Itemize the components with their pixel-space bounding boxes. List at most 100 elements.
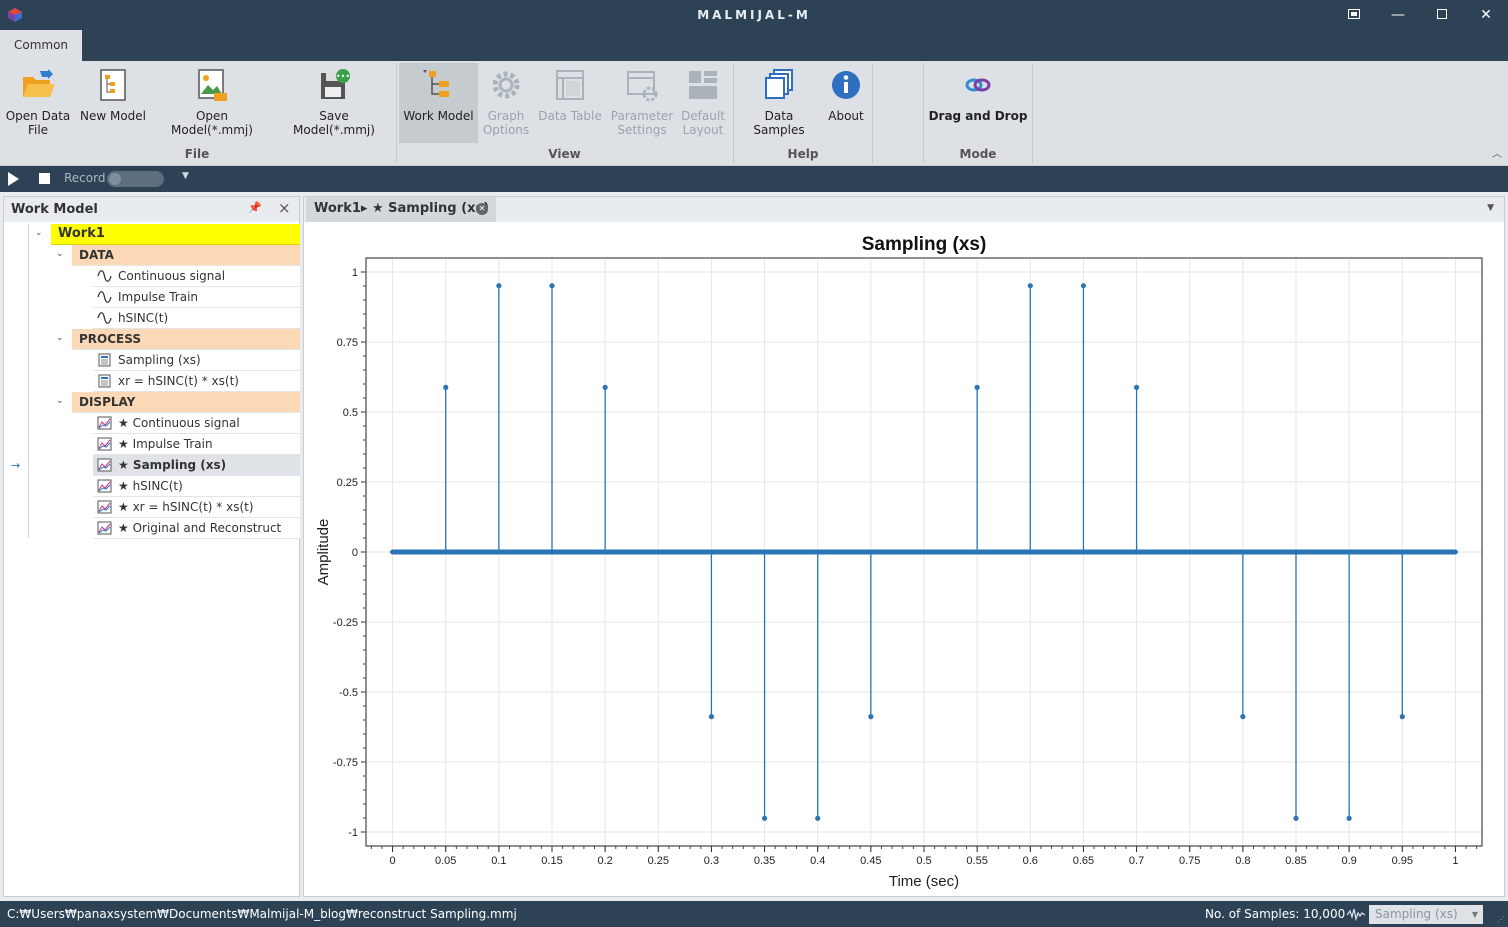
- tree-item-label: Impulse Train: [118, 290, 199, 304]
- ribbon-separator: [396, 63, 397, 163]
- current-row-arrow-icon: →: [11, 459, 21, 472]
- calculator-icon: [98, 374, 111, 388]
- about-label: About: [828, 109, 864, 123]
- y-tick-label: -1: [348, 827, 358, 839]
- data-samples-button[interactable]: Data Samples: [738, 63, 820, 143]
- tree-item-label: Continuous signal: [118, 269, 226, 283]
- y-tick-label: 1: [352, 267, 358, 279]
- collapse-ribbon-icon[interactable]: ︿: [1492, 145, 1502, 160]
- save-model-button[interactable]: ••• Save Model(*.mmj): [278, 63, 390, 143]
- new-model-button[interactable]: New Model: [78, 63, 148, 143]
- expand-chevron-icon[interactable]: ⌄: [56, 249, 64, 259]
- x-axis: 0 0.05 0.1 0.15 0.2 0.25 0.3 0.35 0.4 0.45 0.5 0.55…: [370, 846, 1478, 867]
- group-file-label: File: [184, 147, 210, 161]
- display-selector[interactable]: Sampling (xs) ▼: [1369, 905, 1483, 924]
- expand-chevron-icon[interactable]: ⌄: [56, 396, 64, 406]
- open-data-file-label: Open Data File: [5, 109, 71, 137]
- tree-item-label: ★ xr = hSINC(t) * xs(t): [118, 500, 254, 514]
- record-dropdown-icon[interactable]: ▼: [182, 171, 189, 181]
- line-chart-icon: [97, 500, 112, 514]
- x-tick-label: 0: [390, 855, 396, 867]
- tree-root-work1[interactable]: Work1: [51, 224, 300, 245]
- data-samples-label: Data Samples: [753, 109, 805, 137]
- title-bar: MALMIJAL-M — ✕: [0, 0, 1508, 30]
- x-tick-label: 0.45: [860, 855, 881, 867]
- default-layout-label: Default Layout: [681, 109, 725, 137]
- close-icon[interactable]: ✕: [1476, 5, 1496, 25]
- expand-chevron-icon[interactable]: ⌄: [35, 228, 43, 238]
- stem-marker: [1293, 815, 1299, 821]
- stem-marker: [549, 283, 555, 289]
- x-tick-label: 0.3: [704, 855, 719, 867]
- open-data-file-button[interactable]: Open Data File: [4, 63, 72, 143]
- x-tick-label: 0.35: [754, 855, 775, 867]
- x-tick-label: 0.95: [1392, 855, 1413, 867]
- tree-category-process[interactable]: PROCESS: [72, 329, 300, 350]
- stem-marker: [443, 384, 449, 390]
- sample-count: No. of Samples: 10,000: [1205, 907, 1346, 921]
- y-tick-label: 0: [352, 547, 358, 559]
- layout-restore-icon[interactable]: [1344, 5, 1364, 25]
- default-layout-button[interactable]: Default Layout: [680, 63, 726, 143]
- y-tick-label: -0.25: [333, 617, 358, 629]
- parameter-settings-button[interactable]: Parameter Settings: [609, 63, 675, 143]
- tree-item-sampling-process[interactable]: Sampling (xs): [93, 350, 300, 371]
- info-icon: [832, 71, 860, 99]
- line-chart-icon: [97, 521, 112, 535]
- tab-close-icon[interactable]: ✕: [476, 203, 488, 215]
- play-icon[interactable]: [8, 172, 19, 186]
- line-chart-icon: [97, 416, 112, 430]
- minimize-icon[interactable]: —: [1388, 5, 1408, 25]
- stem-marker: [1080, 283, 1087, 289]
- tree-item-continuous-signal[interactable]: Continuous signal: [93, 266, 300, 287]
- display-selector-value: Sampling (xs): [1375, 907, 1458, 921]
- record-toolbar: Record ▼: [0, 166, 1508, 192]
- line-chart-icon: [97, 479, 112, 493]
- drag-and-drop-button[interactable]: Drag and Drop: [928, 63, 1028, 143]
- tree-category-display[interactable]: DISPLAY: [72, 392, 300, 413]
- tree-item-hsinc[interactable]: hSINC(t): [93, 308, 300, 329]
- tree-item-display-impulse[interactable]: ★ Impulse Train: [93, 434, 300, 455]
- record-label: Record: [64, 171, 106, 185]
- tree-item-display-hsinc[interactable]: ★ hSINC(t): [93, 476, 300, 497]
- stop-icon[interactable]: [39, 173, 50, 184]
- stem-marker: [1240, 714, 1246, 720]
- tree-item-impulse-train[interactable]: Impulse Train: [93, 287, 300, 308]
- document-tab-label: Work1▸ ★ Sampling (xs): [314, 201, 490, 216]
- resize-grip-icon[interactable]: ⋰: [1497, 915, 1505, 924]
- tree-item-display-original[interactable]: ★ Original and Reconstruct: [93, 518, 300, 539]
- expand-chevron-icon[interactable]: ⌄: [56, 333, 64, 343]
- open-folder-icon: [23, 69, 55, 97]
- graph-options-button[interactable]: Graph Options: [480, 63, 532, 143]
- tree-item-display-sampling[interactable]: ★ Sampling (xs): [93, 455, 300, 476]
- document-tab-sampling[interactable]: Work1▸ ★ Sampling (xs) ✕: [306, 197, 496, 222]
- data-table-button[interactable]: Data Table: [537, 63, 603, 143]
- tree-gutter: [4, 224, 29, 538]
- open-model-label: Open Model(*.mmj): [171, 109, 253, 137]
- pin-icon[interactable]: 📌: [248, 201, 262, 214]
- about-button[interactable]: About: [823, 63, 869, 143]
- tree-category-data[interactable]: DATA: [72, 245, 300, 266]
- open-model-icon: [198, 69, 227, 101]
- tree-item-display-continuous[interactable]: ★ Continuous signal: [93, 413, 300, 434]
- drag-and-drop-label: Drag and Drop: [928, 109, 1028, 123]
- x-tick-label: 0.7: [1129, 855, 1144, 867]
- stem-marker: [868, 714, 874, 720]
- work-model-button[interactable]: Work Model: [399, 63, 478, 143]
- ribbon-separator: [733, 63, 734, 163]
- open-model-button[interactable]: Open Model(*.mmj): [154, 63, 270, 143]
- tree-item-label: ★ Original and Reconstruct: [118, 521, 282, 535]
- parameter-icon: [627, 71, 658, 102]
- tree-item-xr-process[interactable]: xr = hSINC(t) * xs(t): [93, 371, 300, 392]
- tree-item-display-xr[interactable]: ★ xr = hSINC(t) * xs(t): [93, 497, 300, 518]
- panel-close-icon[interactable]: ×: [278, 199, 291, 217]
- tab-common[interactable]: Common: [0, 30, 82, 61]
- record-toggle[interactable]: [107, 171, 164, 187]
- calculator-icon: [98, 353, 111, 367]
- work-model-panel: Work Model 📌 × → ⌄ Work1 ⌄ DATA Continuo…: [3, 196, 300, 897]
- x-tick-label: 0.55: [966, 855, 987, 867]
- maximize-icon[interactable]: [1432, 5, 1452, 25]
- ribbon-separator: [923, 63, 924, 163]
- tab-list-dropdown-icon[interactable]: ▼: [1487, 203, 1494, 213]
- y-tick-label: 0.25: [337, 477, 358, 489]
